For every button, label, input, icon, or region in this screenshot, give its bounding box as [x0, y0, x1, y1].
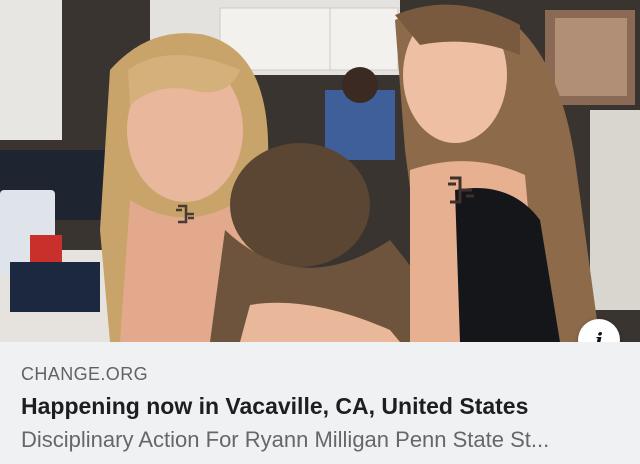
link-description: Disciplinary Action For Ryann Milligan P… — [21, 427, 550, 452]
link-headline[interactable]: Happening now in Vacaville, CA, United S… — [21, 393, 620, 420]
link-meta[interactable]: CHANGE.ORG Happening now in Vacaville, C… — [0, 342, 640, 464]
link-preview-card[interactable]: i CHANGE.ORG Happening now in Vacaville,… — [0, 0, 640, 464]
link-domain: CHANGE.ORG — [21, 364, 149, 384]
preview-photo[interactable] — [0, 0, 640, 342]
